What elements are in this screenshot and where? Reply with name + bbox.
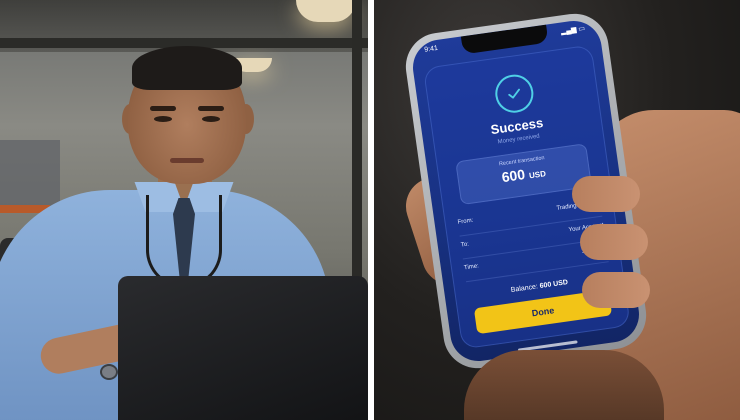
second-hand — [464, 350, 664, 420]
mouth — [170, 158, 204, 163]
balance-label: Balance: — [510, 283, 539, 295]
checkmark-icon — [492, 72, 536, 116]
eyebrow-left — [150, 106, 176, 111]
finger-2 — [580, 224, 648, 260]
laptop — [118, 276, 368, 420]
finger-1 — [572, 176, 640, 212]
amount-value: 600 — [500, 166, 527, 186]
background-shelf — [0, 140, 60, 210]
balance-value: 600 USD — [539, 279, 569, 290]
detail-label: From: — [457, 217, 474, 226]
eyebrow-right — [198, 106, 224, 111]
amount-currency: USD — [528, 169, 547, 181]
eye-left — [154, 116, 172, 122]
signal-battery-icon: ▂▄▆ ▭ — [560, 25, 586, 36]
status-time: 9:41 — [423, 44, 439, 54]
finger-3 — [582, 272, 650, 308]
hair — [132, 46, 242, 90]
photo-man-at-desk — [0, 0, 368, 420]
eye-right — [202, 116, 220, 122]
detail-label: Time: — [463, 263, 480, 272]
photo-hand-holding-phone: 9:41 ▂▄▆ ▭ Success Money received Recent… — [374, 0, 740, 420]
ring — [100, 364, 118, 380]
detail-label: To: — [460, 241, 470, 249]
image-collage: 9:41 ▂▄▆ ▭ Success Money received Recent… — [0, 0, 740, 420]
